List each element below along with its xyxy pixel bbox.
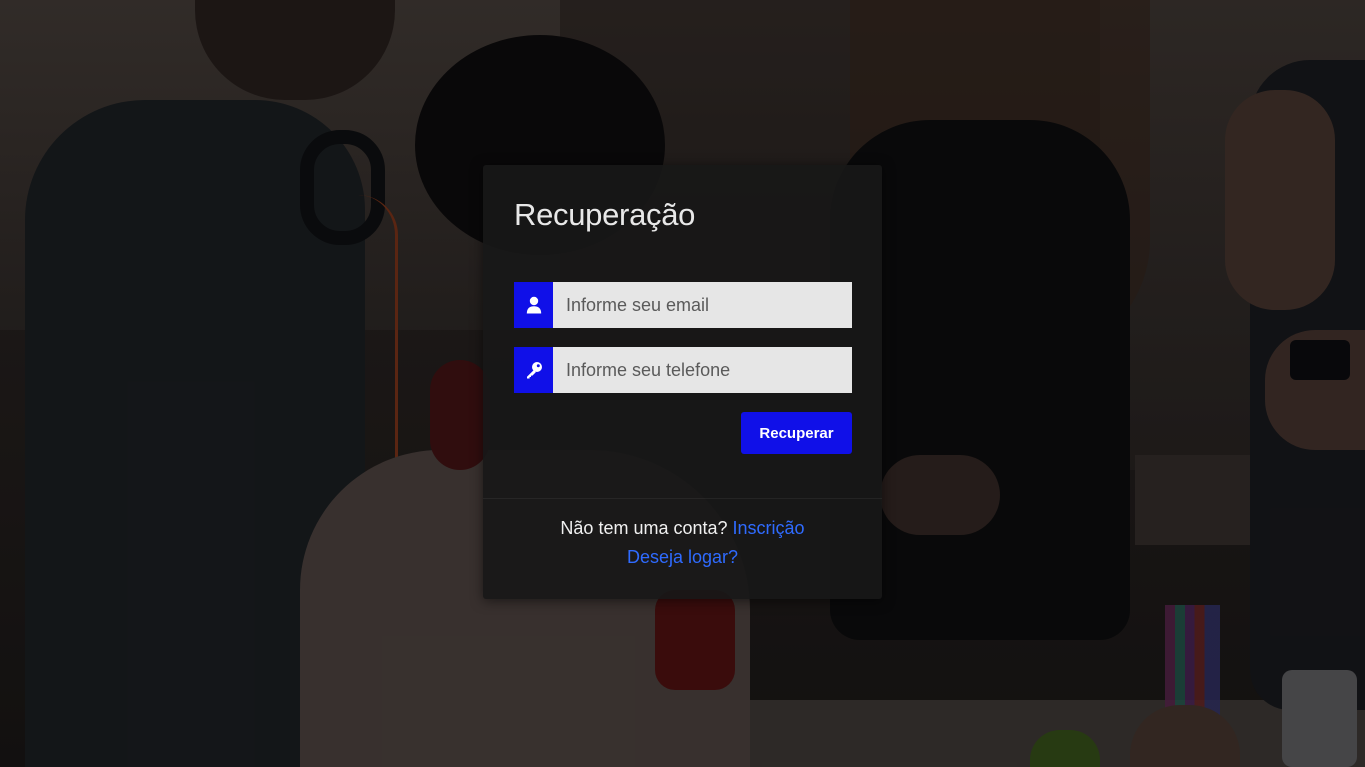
login-prompt: Deseja logar? [483,547,882,568]
signup-prompt: Não tem uma conta? Inscrição [483,518,882,539]
phone-field[interactable] [553,347,852,393]
recovery-card: Recuperação Recuperar Não tem uma conta?… [483,165,882,599]
email-field[interactable] [553,282,852,328]
email-input-group [514,282,852,328]
no-account-text: Não tem uma conta? [560,518,728,538]
signup-link[interactable]: Inscrição [733,518,805,538]
key-icon [514,347,553,393]
phone-input-group [514,347,852,393]
recover-button[interactable]: Recuperar [741,412,852,454]
user-icon [514,282,553,328]
page-title: Recuperação [514,197,696,232]
divider [483,498,882,499]
login-link[interactable]: Deseja logar? [627,547,738,567]
